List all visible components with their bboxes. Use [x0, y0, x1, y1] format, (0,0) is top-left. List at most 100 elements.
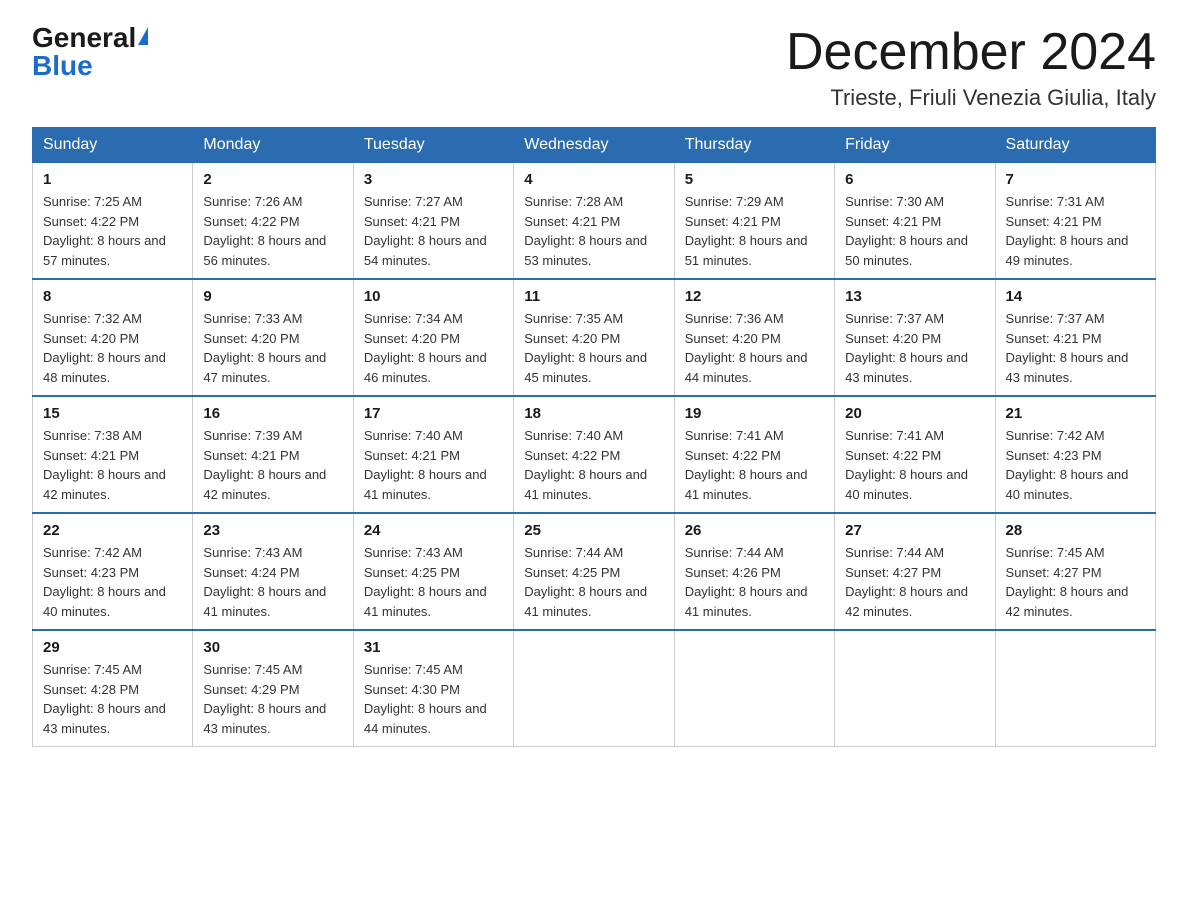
month-year-title: December 2024 [786, 24, 1156, 81]
day-number: 17 [364, 405, 503, 422]
day-number: 24 [364, 522, 503, 539]
calendar-cell [995, 630, 1155, 747]
day-info: Sunrise: 7:45 AMSunset: 4:29 PMDaylight:… [203, 660, 342, 738]
day-info: Sunrise: 7:29 AMSunset: 4:21 PMDaylight:… [685, 192, 824, 270]
day-info: Sunrise: 7:40 AMSunset: 4:21 PMDaylight:… [364, 426, 503, 504]
day-number: 31 [364, 639, 503, 656]
day-info: Sunrise: 7:42 AMSunset: 4:23 PMDaylight:… [43, 543, 182, 621]
calendar-week-row: 22 Sunrise: 7:42 AMSunset: 4:23 PMDayligh… [33, 513, 1156, 630]
day-info: Sunrise: 7:27 AMSunset: 4:21 PMDaylight:… [364, 192, 503, 270]
calendar-cell: 31 Sunrise: 7:45 AMSunset: 4:30 PMDayligh… [353, 630, 513, 747]
day-info: Sunrise: 7:43 AMSunset: 4:25 PMDaylight:… [364, 543, 503, 621]
calendar-cell: 26 Sunrise: 7:44 AMSunset: 4:26 PMDayligh… [674, 513, 834, 630]
calendar-cell [674, 630, 834, 747]
calendar-cell: 13Sunrise: 7:37 AMSunset: 4:20 PMDayligh… [835, 279, 995, 396]
day-info: Sunrise: 7:28 AMSunset: 4:21 PMDaylight:… [524, 192, 663, 270]
calendar-cell: 2 Sunrise: 7:26 AMSunset: 4:22 PMDaylight… [193, 163, 353, 280]
calendar-week-row: 29 Sunrise: 7:45 AMSunset: 4:28 PMDayligh… [33, 630, 1156, 747]
calendar-cell: 4Sunrise: 7:28 AMSunset: 4:21 PMDaylight… [514, 163, 674, 280]
header-wednesday: Wednesday [514, 128, 674, 163]
day-number: 5 [685, 171, 824, 188]
calendar-cell [514, 630, 674, 747]
logo-triangle-icon [138, 27, 148, 45]
calendar-cell: 8 Sunrise: 7:32 AMSunset: 4:20 PMDaylight… [33, 279, 193, 396]
calendar-cell: 28 Sunrise: 7:45 AMSunset: 4:27 PMDayligh… [995, 513, 1155, 630]
day-info: Sunrise: 7:45 AMSunset: 4:27 PMDaylight:… [1006, 543, 1145, 621]
day-number: 28 [1006, 522, 1145, 539]
day-info: Sunrise: 7:32 AMSunset: 4:20 PMDaylight:… [43, 309, 182, 387]
day-info: Sunrise: 7:25 AMSunset: 4:22 PMDaylight:… [43, 192, 182, 270]
calendar-cell: 6 Sunrise: 7:30 AMSunset: 4:21 PMDaylight… [835, 163, 995, 280]
day-info: Sunrise: 7:41 AMSunset: 4:22 PMDaylight:… [845, 426, 984, 504]
day-info: Sunrise: 7:45 AMSunset: 4:30 PMDaylight:… [364, 660, 503, 738]
day-info: Sunrise: 7:26 AMSunset: 4:22 PMDaylight:… [203, 192, 342, 270]
day-number: 25 [524, 522, 663, 539]
day-info: Sunrise: 7:30 AMSunset: 4:21 PMDaylight:… [845, 192, 984, 270]
calendar-header-row: SundayMondayTuesdayWednesdayThursdayFrid… [33, 128, 1156, 163]
day-number: 3 [364, 171, 503, 188]
day-number: 26 [685, 522, 824, 539]
day-number: 27 [845, 522, 984, 539]
day-number: 29 [43, 639, 182, 656]
calendar-cell: 16 Sunrise: 7:39 AMSunset: 4:21 PMDayligh… [193, 396, 353, 513]
day-info: Sunrise: 7:39 AMSunset: 4:21 PMDaylight:… [203, 426, 342, 504]
day-number: 14 [1006, 288, 1145, 305]
calendar-week-row: 1 Sunrise: 7:25 AMSunset: 4:22 PMDaylight… [33, 163, 1156, 280]
calendar-cell: 17 Sunrise: 7:40 AMSunset: 4:21 PMDayligh… [353, 396, 513, 513]
header-friday: Friday [835, 128, 995, 163]
day-info: Sunrise: 7:37 AMSunset: 4:21 PMDaylight:… [1006, 309, 1145, 387]
day-number: 7 [1006, 171, 1145, 188]
calendar-cell: 22 Sunrise: 7:42 AMSunset: 4:23 PMDayligh… [33, 513, 193, 630]
calendar-cell: 19Sunrise: 7:41 AMSunset: 4:22 PMDayligh… [674, 396, 834, 513]
day-number: 21 [1006, 405, 1145, 422]
day-info: Sunrise: 7:38 AMSunset: 4:21 PMDaylight:… [43, 426, 182, 504]
day-info: Sunrise: 7:34 AMSunset: 4:20 PMDaylight:… [364, 309, 503, 387]
day-info: Sunrise: 7:33 AMSunset: 4:20 PMDaylight:… [203, 309, 342, 387]
day-number: 6 [845, 171, 984, 188]
day-number: 16 [203, 405, 342, 422]
calendar-cell: 12 Sunrise: 7:36 AMSunset: 4:20 PMDayligh… [674, 279, 834, 396]
day-info: Sunrise: 7:36 AMSunset: 4:20 PMDaylight:… [685, 309, 824, 387]
calendar-cell: 15 Sunrise: 7:38 AMSunset: 4:21 PMDayligh… [33, 396, 193, 513]
day-info: Sunrise: 7:37 AMSunset: 4:20 PMDaylight:… [845, 309, 984, 387]
calendar-cell: 21Sunrise: 7:42 AMSunset: 4:23 PMDayligh… [995, 396, 1155, 513]
day-number: 19 [685, 405, 824, 422]
page-header: General Blue December 2024 Trieste, Friu… [32, 24, 1156, 111]
day-info: Sunrise: 7:45 AMSunset: 4:28 PMDaylight:… [43, 660, 182, 738]
calendar-cell: 25 Sunrise: 7:44 AMSunset: 4:25 PMDayligh… [514, 513, 674, 630]
day-info: Sunrise: 7:44 AMSunset: 4:27 PMDaylight:… [845, 543, 984, 621]
day-info: Sunrise: 7:44 AMSunset: 4:25 PMDaylight:… [524, 543, 663, 621]
day-number: 12 [685, 288, 824, 305]
calendar-cell [835, 630, 995, 747]
calendar-cell: 24 Sunrise: 7:43 AMSunset: 4:25 PMDayligh… [353, 513, 513, 630]
day-number: 15 [43, 405, 182, 422]
day-number: 2 [203, 171, 342, 188]
day-number: 9 [203, 288, 342, 305]
calendar-cell: 18 Sunrise: 7:40 AMSunset: 4:22 PMDayligh… [514, 396, 674, 513]
calendar-cell: 14 Sunrise: 7:37 AMSunset: 4:21 PMDayligh… [995, 279, 1155, 396]
day-number: 22 [43, 522, 182, 539]
day-number: 10 [364, 288, 503, 305]
day-number: 23 [203, 522, 342, 539]
calendar-cell: 29 Sunrise: 7:45 AMSunset: 4:28 PMDayligh… [33, 630, 193, 747]
calendar-week-row: 8 Sunrise: 7:32 AMSunset: 4:20 PMDaylight… [33, 279, 1156, 396]
day-info: Sunrise: 7:44 AMSunset: 4:26 PMDaylight:… [685, 543, 824, 621]
location-subtitle: Trieste, Friuli Venezia Giulia, Italy [786, 85, 1156, 111]
day-number: 8 [43, 288, 182, 305]
calendar-cell: 27 Sunrise: 7:44 AMSunset: 4:27 PMDayligh… [835, 513, 995, 630]
header-sunday: Sunday [33, 128, 193, 163]
calendar-cell: 5 Sunrise: 7:29 AMSunset: 4:21 PMDaylight… [674, 163, 834, 280]
calendar-cell: 20Sunrise: 7:41 AMSunset: 4:22 PMDayligh… [835, 396, 995, 513]
day-info: Sunrise: 7:43 AMSunset: 4:24 PMDaylight:… [203, 543, 342, 621]
calendar-cell: 3 Sunrise: 7:27 AMSunset: 4:21 PMDaylight… [353, 163, 513, 280]
title-area: December 2024 Trieste, Friuli Venezia Gi… [786, 24, 1156, 111]
logo-blue-text: Blue [32, 52, 93, 80]
day-number: 1 [43, 171, 182, 188]
calendar-cell: 10 Sunrise: 7:34 AMSunset: 4:20 PMDayligh… [353, 279, 513, 396]
day-number: 30 [203, 639, 342, 656]
day-info: Sunrise: 7:31 AMSunset: 4:21 PMDaylight:… [1006, 192, 1145, 270]
day-info: Sunrise: 7:40 AMSunset: 4:22 PMDaylight:… [524, 426, 663, 504]
calendar-cell: 23 Sunrise: 7:43 AMSunset: 4:24 PMDayligh… [193, 513, 353, 630]
header-tuesday: Tuesday [353, 128, 513, 163]
day-number: 18 [524, 405, 663, 422]
